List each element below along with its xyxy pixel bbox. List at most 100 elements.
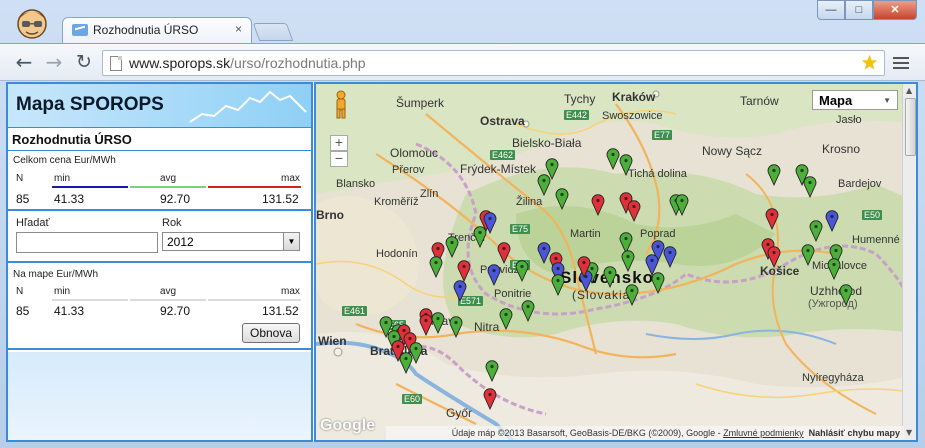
price-marker-pin-icon[interactable] (839, 284, 853, 306)
zoom-out-button[interactable]: − (330, 151, 348, 167)
price-marker-pin-icon[interactable] (663, 246, 677, 268)
map-price-panel: Na mape Eur/MWh N min avg max 85 41.33 9… (8, 265, 311, 350)
price-marker-pin-icon[interactable] (515, 260, 529, 282)
city-label: Nowy Sącz (702, 144, 763, 158)
map-scrollbar[interactable]: ▲ ▼ (902, 84, 916, 440)
chevron-down-icon[interactable]: ▼ (283, 233, 299, 250)
price-marker-pin-icon[interactable] (499, 308, 513, 330)
browser-toolbar: ← → ↻ www.sporops.sk/urso/rozhodnutia.ph… (0, 43, 925, 81)
search-input[interactable] (16, 232, 158, 253)
scroll-thumb[interactable] (905, 98, 916, 156)
price-marker-pin-icon[interactable] (497, 242, 511, 264)
price-marker-pin-icon[interactable] (551, 274, 565, 296)
price-marker-pin-icon[interactable] (765, 208, 779, 230)
price-marker-pin-icon[interactable] (537, 242, 551, 264)
user-avatar-icon (17, 9, 47, 39)
price-marker-pin-icon[interactable] (651, 272, 665, 294)
close-window-button[interactable]: ✕ (873, 0, 917, 20)
price-marker-pin-icon[interactable] (449, 316, 463, 338)
price-marker-pin-icon[interactable] (619, 154, 633, 176)
price-marker-pin-icon[interactable] (521, 300, 535, 322)
road-shield: E461 (342, 306, 368, 316)
new-tab-button[interactable] (252, 23, 294, 41)
col-max-label: max (281, 286, 300, 297)
price-marker-pin-icon[interactable] (429, 256, 443, 278)
price-marker-pin-icon[interactable] (825, 210, 839, 232)
max-color-bar (208, 186, 301, 188)
map-place-label: Tichá dolina (628, 168, 687, 180)
tab-rozhodnutia[interactable]: Rozhodnutia ÚRSO × (62, 17, 252, 43)
city-label: Žilina (516, 196, 543, 208)
bookmark-star-icon[interactable]: ★ (861, 52, 878, 74)
price-marker-pin-icon[interactable] (603, 266, 617, 288)
city-label: Nitra (474, 320, 500, 334)
price-marker-pin-icon[interactable] (431, 312, 445, 334)
forward-button[interactable]: → (42, 51, 66, 75)
year-select-value: 2012 (167, 235, 194, 249)
map-type-select[interactable]: Mapa ▼ (812, 90, 898, 110)
price-marker-pin-icon[interactable] (606, 148, 620, 170)
price-marker-pin-icon[interactable] (453, 280, 467, 302)
price-marker-pin-icon[interactable] (767, 164, 781, 186)
report-error-link[interactable]: Nahlásiť chybu mapy (809, 428, 900, 438)
url-path: /urso/rozhodnutia.php (230, 55, 366, 71)
price-marker-pin-icon[interactable] (625, 284, 639, 306)
city-label: Olomouc (390, 146, 439, 160)
price-marker-pin-icon[interactable] (803, 176, 817, 198)
map-avg-value: 92.70 (160, 304, 191, 318)
year-label: Rok (162, 217, 182, 229)
street-view-pegman-icon[interactable] (330, 90, 352, 120)
minimize-button[interactable]: — (817, 0, 845, 20)
price-marker-pin-icon[interactable] (473, 226, 487, 248)
tab-close-icon[interactable]: × (235, 22, 242, 36)
price-marker-pin-icon[interactable] (445, 236, 459, 258)
refresh-button[interactable]: Obnova (242, 323, 300, 343)
map-canvas[interactable]: + − Mapa ▼ Šumperk Tychy Kraków Tarnów O… (314, 82, 918, 442)
col-max-label: max (281, 173, 300, 184)
price-marker-pin-icon[interactable] (767, 246, 781, 268)
zoom-in-button[interactable]: + (330, 135, 348, 151)
city-label: Tychy (564, 92, 596, 106)
sidebar: Mapa SPOROPS Rozhodnutia ÚRSO Celkom cen… (6, 82, 313, 442)
map-max-value: 131.52 (262, 304, 299, 318)
price-marker-pin-icon[interactable] (621, 250, 635, 272)
region-label: Ponitrie (494, 288, 532, 300)
max-divider-bar (208, 299, 301, 301)
year-select[interactable]: 2012 ▼ (162, 232, 300, 251)
price-marker-pin-icon[interactable] (399, 352, 413, 374)
price-marker-pin-icon[interactable] (487, 264, 501, 286)
tab-bar: Rozhodnutia ÚRSO × — □ ✕ (0, 0, 925, 43)
price-marker-pin-icon[interactable] (485, 360, 499, 382)
price-marker-pin-icon[interactable] (827, 258, 841, 280)
address-bar[interactable]: www.sporops.sk/urso/rozhodnutia.php ★ (102, 50, 885, 76)
tab-title: Rozhodnutia ÚRSO (93, 23, 199, 37)
back-button[interactable]: ← (12, 51, 36, 75)
col-avg-label: avg (160, 286, 177, 297)
price-marker-pin-icon[interactable] (555, 188, 569, 210)
price-marker-pin-icon[interactable] (591, 194, 605, 216)
site-favicon-icon (72, 24, 88, 36)
city-label: Poprad (640, 228, 676, 240)
scroll-up-icon[interactable]: ▲ (906, 86, 912, 95)
road-shield: E50 (862, 210, 883, 220)
price-marker-pin-icon[interactable] (457, 260, 471, 282)
reload-button[interactable]: ↻ (72, 51, 96, 75)
price-marker-pin-icon[interactable] (577, 256, 591, 278)
price-marker-pin-icon[interactable] (801, 244, 815, 266)
price-marker-pin-icon[interactable] (419, 314, 433, 336)
total-price-panel: Rozhodnutia ÚRSO Celkom cena Eur/MWh N m… (8, 129, 311, 211)
scroll-down-icon[interactable]: ▼ (906, 428, 912, 437)
maximize-button[interactable]: □ (845, 0, 873, 20)
price-marker-pin-icon[interactable] (483, 388, 497, 410)
price-marker-pin-icon[interactable] (675, 194, 689, 216)
browser-menu-icon[interactable] (893, 55, 909, 71)
price-marker-pin-icon[interactable] (627, 200, 641, 222)
terms-link[interactable]: Zmluvné podmienky (723, 428, 804, 438)
google-logo: Google (320, 417, 376, 434)
price-marker-pin-icon[interactable] (537, 174, 551, 196)
min-divider-bar (52, 299, 128, 301)
price-marker-pin-icon[interactable] (809, 220, 823, 242)
sidebar-header: Mapa SPOROPS (8, 84, 311, 128)
city-label: Nyíregyháza (802, 372, 864, 384)
total-min-value: 41.33 (54, 192, 85, 206)
